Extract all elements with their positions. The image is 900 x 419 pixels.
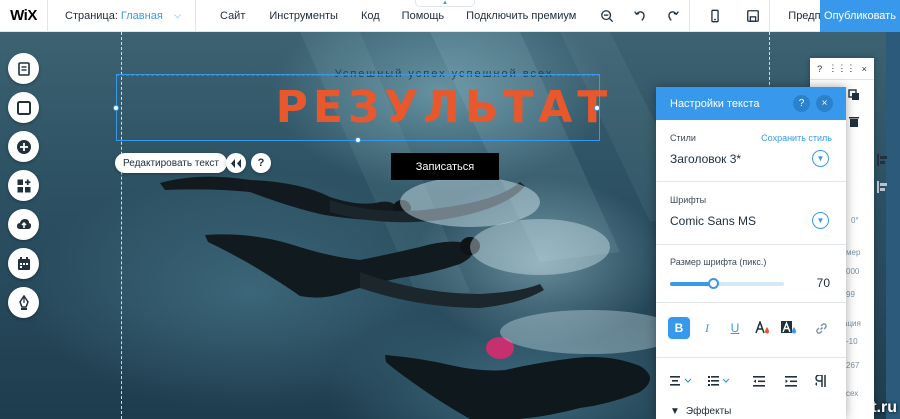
bookings-button[interactable] bbox=[8, 248, 39, 279]
font-size-label: Размер шрифта (пикс.) bbox=[670, 257, 767, 267]
text-selection-frame bbox=[113, 74, 600, 143]
fonts-label: Шрифты bbox=[670, 195, 707, 205]
text-color-icon[interactable] bbox=[752, 317, 774, 339]
zoom-icon[interactable] bbox=[590, 0, 623, 32]
y-value-fragment: 267 bbox=[846, 361, 860, 370]
fonts-section: Шрифты Comic Sans MS ▼ bbox=[656, 182, 846, 245]
text-align-icon[interactable] bbox=[668, 370, 694, 392]
italic-button[interactable]: I bbox=[696, 317, 718, 339]
all-pages-fragment: сех bbox=[846, 389, 859, 398]
align-icon[interactable] bbox=[877, 154, 887, 166]
font-value[interactable]: Comic Sans MS bbox=[670, 214, 756, 228]
panel-title: Настройки текста bbox=[670, 97, 760, 110]
page-selector-label: Страница: bbox=[65, 9, 118, 22]
styles-section: Стили Сохранить стиль Заголовок 3* ▼ bbox=[656, 120, 846, 182]
format-section: B I U bbox=[656, 303, 846, 358]
slider-knob[interactable] bbox=[708, 278, 720, 289]
blog-button[interactable] bbox=[8, 287, 39, 318]
canvas-scrollbar[interactable] bbox=[886, 32, 900, 419]
chevron-down-icon[interactable]: ▼ bbox=[812, 150, 829, 167]
size-label-fragment: мер bbox=[846, 248, 861, 257]
side-close-button[interactable]: × bbox=[862, 64, 867, 74]
chevron-down-icon: ⌵ bbox=[174, 10, 181, 20]
resize-handle-left[interactable] bbox=[113, 105, 119, 111]
font-size-slider[interactable] bbox=[670, 278, 784, 289]
copy-icon[interactable] bbox=[848, 89, 860, 101]
background-icon bbox=[16, 100, 31, 115]
add-button[interactable] bbox=[8, 131, 39, 162]
divider bbox=[769, 0, 771, 32]
distribute-icon[interactable] bbox=[877, 181, 887, 193]
effects-label: Эффекты bbox=[685, 406, 732, 417]
help-button[interactable]: ? bbox=[251, 153, 271, 173]
resize-handle-bottom[interactable] bbox=[355, 137, 361, 143]
divider bbox=[689, 0, 691, 32]
save-style-link[interactable]: Сохранить стиль bbox=[761, 133, 832, 143]
text-settings-panel: Настройки текста ? × Стили Сохранить сти… bbox=[656, 87, 846, 419]
redo-icon[interactable] bbox=[656, 0, 689, 32]
menu-tools[interactable]: Инструменты bbox=[269, 0, 338, 32]
bookings-icon bbox=[17, 256, 30, 270]
topbar-collapse-tab[interactable]: ▲ bbox=[415, 0, 475, 7]
page-selector[interactable]: Страница: Главная ⌵ bbox=[48, 0, 196, 32]
wix-logo: WiX bbox=[0, 0, 48, 32]
editor-topbar: WiX Страница: Главная ⌵ Сайт Инструменты… bbox=[0, 0, 900, 32]
animation-icon[interactable] bbox=[226, 153, 246, 173]
panel-help-button[interactable]: ? bbox=[793, 95, 810, 112]
chevron-down-icon[interactable]: ▼ bbox=[812, 212, 829, 229]
list-icon[interactable] bbox=[706, 370, 732, 392]
menu-pages-icon bbox=[17, 61, 30, 76]
caret-down-icon: ▼ bbox=[670, 406, 680, 417]
width-value-fragment: 000 bbox=[846, 267, 860, 276]
page-selector-value: Главная bbox=[120, 9, 163, 22]
edit-text-button[interactable]: Редактировать текст bbox=[115, 153, 227, 173]
outdent-icon[interactable] bbox=[748, 370, 770, 392]
signup-button[interactable]: Записаться bbox=[391, 153, 499, 180]
text-direction-icon[interactable] bbox=[810, 370, 832, 392]
blog-pen-icon bbox=[18, 294, 29, 310]
upload-icon bbox=[16, 218, 31, 229]
resize-handle-right[interactable] bbox=[594, 105, 600, 111]
side-panel-header: ? ⋮⋮⋮ × bbox=[810, 58, 874, 80]
side-help-button[interactable]: ? bbox=[817, 64, 822, 74]
publish-button[interactable]: Опубликовать bbox=[820, 0, 900, 32]
apps-button[interactable] bbox=[8, 170, 39, 201]
undo-icon[interactable] bbox=[623, 0, 656, 32]
highlight-icon[interactable] bbox=[778, 317, 800, 339]
pages-menu-button[interactable] bbox=[8, 53, 39, 84]
font-size-value[interactable]: 70 bbox=[817, 276, 830, 290]
slider-fill bbox=[670, 282, 714, 286]
effects-section-toggle[interactable]: ▼ Эффекты bbox=[670, 406, 731, 417]
x-value-fragment: -10 bbox=[846, 337, 858, 346]
menu-upgrade[interactable]: Подключить премиум bbox=[466, 0, 576, 32]
link-icon[interactable] bbox=[810, 317, 832, 339]
menu-code[interactable]: Код bbox=[361, 0, 380, 32]
drag-grip-icon[interactable]: ⋮⋮⋮ bbox=[828, 63, 855, 74]
mobile-view-icon[interactable] bbox=[698, 0, 731, 32]
layout-section bbox=[656, 358, 846, 408]
indent-icon[interactable] bbox=[780, 370, 802, 392]
panel-close-button[interactable]: × bbox=[816, 95, 833, 112]
menu-site[interactable]: Сайт bbox=[220, 0, 245, 32]
height-value-fragment: 99 bbox=[846, 290, 855, 299]
bold-button[interactable]: B bbox=[668, 317, 690, 339]
upload-button[interactable] bbox=[8, 209, 39, 240]
underline-button[interactable]: U bbox=[724, 317, 746, 339]
add-icon bbox=[16, 139, 31, 154]
background-button[interactable] bbox=[8, 92, 39, 123]
rotation-value: 0° bbox=[851, 216, 859, 225]
font-size-section: Размер шрифта (пикс.) 70 bbox=[656, 245, 846, 303]
style-value[interactable]: Заголовок 3* bbox=[670, 152, 741, 166]
save-icon[interactable] bbox=[736, 0, 769, 32]
styles-label: Стили bbox=[670, 133, 696, 143]
trash-icon[interactable] bbox=[848, 116, 860, 128]
apps-icon bbox=[17, 179, 30, 192]
